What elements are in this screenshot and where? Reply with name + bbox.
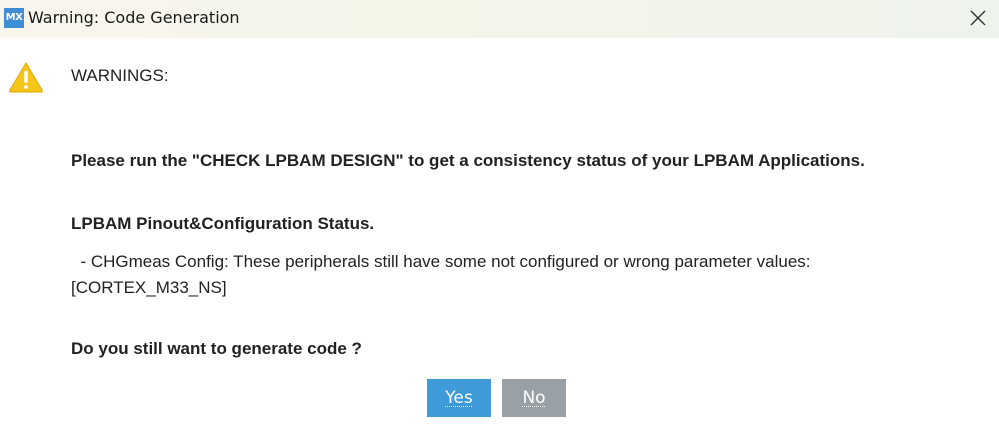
confirm-question: Do you still want to generate code ? — [71, 339, 362, 358]
warning-triangle-icon — [9, 62, 43, 93]
run-check-message: Please run the "CHECK LPBAM DESIGN" to g… — [71, 151, 865, 170]
status-detail-line-2: [CORTEX_M33_NS] — [71, 278, 227, 297]
no-button[interactable]: No — [502, 379, 566, 417]
title-bar: MX Warning: Code Generation — [0, 0, 999, 38]
code-generation-warning-dialog: MX Warning: Code Generation WARNINGS: Pl… — [0, 0, 999, 432]
status-heading: LPBAM Pinout&Configuration Status. — [71, 214, 375, 233]
window-title: Warning: Code Generation — [28, 8, 240, 27]
close-button[interactable] — [963, 3, 993, 33]
stm32cubemx-logo: MX — [4, 8, 24, 28]
status-detail: - CHGmeas Config: These peripherals stil… — [71, 249, 951, 301]
warnings-heading: WARNINGS: — [71, 66, 169, 85]
close-icon — [970, 10, 986, 26]
status-detail-line-1: - CHGmeas Config: These peripherals stil… — [71, 252, 811, 271]
yes-button-label: Yes — [445, 388, 473, 408]
yes-button[interactable]: Yes — [427, 379, 491, 417]
no-button-label: No — [522, 388, 546, 408]
